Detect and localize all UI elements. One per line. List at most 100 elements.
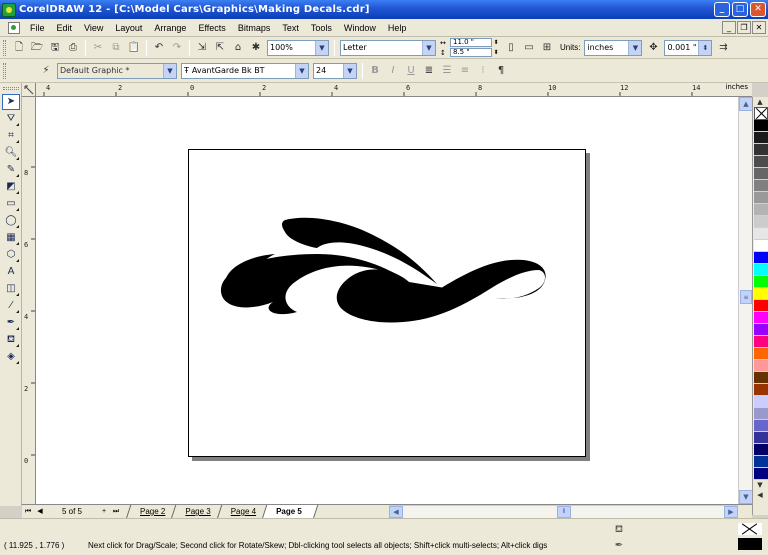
outline-tool-icon[interactable]: ✒ (2, 315, 20, 331)
width-spinner[interactable]: ⬍ (492, 38, 500, 47)
minimize-button[interactable]: _ (714, 2, 730, 17)
tab-page-2[interactable]: Page 2 (128, 505, 177, 518)
landscape-icon[interactable]: ▭ (521, 40, 537, 56)
previous-page-icon[interactable]: ◀ (34, 506, 46, 518)
underline-icon[interactable]: U (403, 63, 419, 79)
drop-cap-icon[interactable]: ≡ (457, 63, 473, 79)
font-size-select[interactable]: 24 ▼ (313, 62, 357, 79)
horizontal-scrollbar[interactable]: ◀ ⦀ ▶ (389, 505, 738, 518)
color-swatch[interactable] (754, 444, 768, 456)
color-swatch[interactable] (754, 132, 768, 144)
shape-tool-icon[interactable]: ⛛ (2, 111, 20, 127)
color-swatch[interactable] (754, 240, 768, 252)
new-document-icon[interactable]: 🗋 (11, 40, 27, 56)
document-icon[interactable] (8, 21, 20, 34)
palette-scroll-down-icon[interactable]: ▼ (753, 480, 767, 490)
color-swatch[interactable] (754, 144, 768, 156)
height-spinner[interactable]: ⬍ (492, 48, 500, 57)
welcome-screen-icon[interactable]: ✱ (248, 40, 264, 56)
smart-fill-tool-icon[interactable]: ◩ (2, 179, 20, 195)
page-width-field[interactable]: 11.0 " (450, 38, 492, 47)
save-icon[interactable]: 🖫 (47, 40, 63, 56)
swirl-decal-graphic[interactable] (189, 150, 585, 456)
palette-flyout-icon[interactable]: ◀ (753, 490, 767, 500)
color-swatch[interactable] (754, 468, 768, 480)
color-swatch[interactable] (754, 264, 768, 276)
rectangle-tool-icon[interactable]: ▭ (2, 196, 20, 212)
paper-size-select[interactable]: Letter ▼ (340, 39, 436, 56)
menu-arrange[interactable]: Arrange (148, 23, 192, 33)
text-align-icon[interactable]: ≣ (421, 63, 437, 79)
menu-text[interactable]: Text (276, 23, 305, 33)
pick-tool-icon[interactable]: ➤ (2, 94, 20, 110)
vertical-scrollbar[interactable]: ▲ ≡ ▼ (738, 97, 753, 504)
application-launcher-icon[interactable]: ⌂ (230, 40, 246, 56)
page-layout-icon[interactable]: ⊞ (539, 40, 555, 56)
color-swatch[interactable] (754, 336, 768, 348)
drawing-page[interactable] (188, 149, 586, 457)
color-swatch[interactable] (754, 432, 768, 444)
doc-minimize-button[interactable]: _ (722, 21, 736, 34)
color-swatch[interactable] (754, 396, 768, 408)
vertical-ruler[interactable]: 8 6 4 2 0 inches (22, 97, 36, 505)
import-icon[interactable]: ⇲ (194, 40, 210, 56)
font-select[interactable]: Ŧ AvantGarde Bk BT ▼ (181, 62, 309, 79)
ruler-origin[interactable] (22, 83, 36, 97)
last-page-icon[interactable]: ⏭ (110, 506, 122, 518)
color-swatch[interactable] (754, 276, 768, 288)
drawing-canvas[interactable] (36, 97, 752, 504)
first-page-icon[interactable]: ⏮ (22, 506, 34, 518)
color-swatch[interactable] (754, 120, 768, 132)
tab-page-4[interactable]: Page 4 (219, 505, 268, 518)
color-swatch[interactable] (754, 312, 768, 324)
text-tool-icon[interactable]: A (2, 264, 20, 280)
cut-icon[interactable]: ✂ (90, 40, 106, 56)
color-swatch[interactable] (754, 348, 768, 360)
horizontal-scroll-thumb[interactable]: ⦀ (557, 506, 571, 518)
color-swatch[interactable] (754, 408, 768, 420)
fill-color-swatch[interactable] (738, 523, 762, 535)
color-swatch[interactable] (754, 360, 768, 372)
redo-icon[interactable]: ↷ (169, 40, 185, 56)
menu-file[interactable]: File (24, 23, 51, 33)
menu-tools[interactable]: Tools (305, 23, 338, 33)
color-swatch[interactable] (754, 204, 768, 216)
paragraph-format-icon[interactable]: ¶ (493, 63, 509, 79)
units-select[interactable]: inches ▼ (584, 39, 643, 56)
open-icon[interactable]: 🗁 (29, 40, 45, 56)
scroll-right-icon[interactable]: ▶ (724, 506, 738, 518)
freehand-tool-icon[interactable]: ✎ (2, 162, 20, 178)
menu-help[interactable]: Help (382, 23, 413, 33)
scroll-left-icon[interactable]: ◀ (389, 506, 403, 518)
color-swatch[interactable] (754, 288, 768, 300)
fill-bucket-icon[interactable]: ⛾ (612, 523, 626, 537)
scroll-up-icon[interactable]: ▲ (739, 97, 753, 111)
doc-close-button[interactable]: ✕ (752, 21, 766, 34)
color-swatch[interactable] (754, 228, 768, 240)
maximize-button[interactable]: □ (732, 2, 748, 17)
menu-window[interactable]: Window (338, 23, 382, 33)
zoom-level-select[interactable]: 100% ▼ (267, 39, 329, 56)
menu-layout[interactable]: Layout (109, 23, 148, 33)
add-page-icon[interactable]: + (98, 506, 110, 518)
color-swatch[interactable] (754, 324, 768, 336)
eyedropper-tool-icon[interactable]: ⁄ (2, 298, 20, 314)
scroll-down-icon[interactable]: ▼ (739, 490, 753, 504)
color-swatch[interactable] (754, 156, 768, 168)
color-swatch[interactable] (754, 420, 768, 432)
menu-edit[interactable]: Edit (51, 23, 79, 33)
close-button[interactable]: ✕ (750, 2, 766, 17)
menu-effects[interactable]: Effects (192, 23, 231, 33)
coreldraw-app-icon[interactable] (2, 2, 16, 17)
palette-scroll-up-icon[interactable]: ▲ (753, 97, 767, 107)
nudge-distance-field[interactable]: 0.001 " ⬍ (664, 39, 713, 56)
color-swatch[interactable] (754, 384, 768, 396)
zoom-tool-icon[interactable]: 🔍︎ (2, 145, 20, 161)
tab-page-5[interactable]: Page 5 (264, 505, 314, 518)
color-swatch[interactable] (754, 192, 768, 204)
ellipse-tool-icon[interactable]: ◯ (2, 213, 20, 229)
basic-shapes-tool-icon[interactable]: ⬡ (2, 247, 20, 263)
paste-icon[interactable]: 📋 (126, 40, 142, 56)
interactive-fill-tool-icon[interactable]: ◈ (2, 349, 20, 365)
no-color-swatch[interactable] (754, 107, 768, 120)
